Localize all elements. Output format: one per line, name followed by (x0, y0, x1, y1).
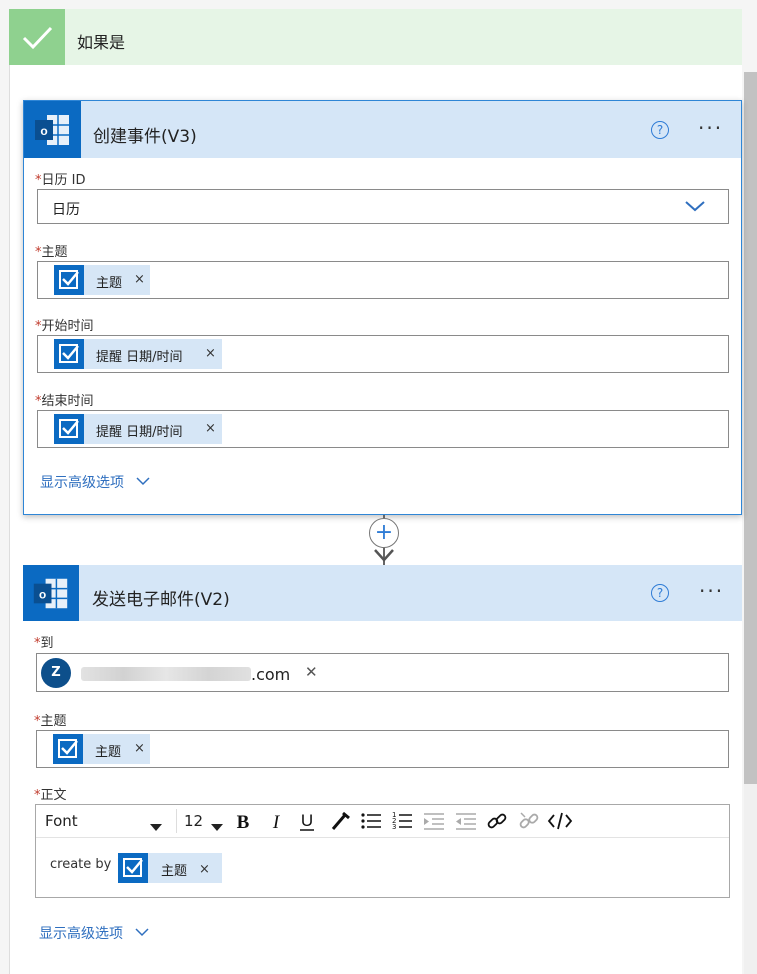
numbered-list-icon[interactable]: 123 (390, 809, 414, 837)
subject-field[interactable]: 主题 × (36, 730, 729, 768)
card-title: 发送电子邮件(V2) (92, 590, 230, 610)
body-label: *正文 (34, 788, 67, 803)
start-time-field[interactable]: 提醒 日期/时间 × (37, 335, 729, 373)
add-step-button[interactable]: + (369, 518, 399, 548)
advanced-label: 显示高级选项 (40, 475, 124, 491)
show-advanced-options-link[interactable]: 显示高级选项 (40, 472, 151, 492)
token-subject[interactable]: 主题 × (54, 265, 150, 295)
underline-icon[interactable]: U (295, 809, 319, 837)
token-subject[interactable]: 主题 × (118, 853, 222, 883)
svg-text:B: B (237, 812, 250, 833)
decrease-indent-icon[interactable] (422, 809, 446, 837)
token-label: 提醒 日期/时间 (96, 425, 183, 440)
token-remove-icon[interactable]: × (134, 272, 145, 287)
chevron-down-icon (136, 477, 150, 486)
create-event-card: o 创建事件(V3) ? ··· *日历 ID 日历 *主题 主题 × *开始时… (23, 100, 742, 515)
subject-label: *主题 (34, 714, 67, 729)
svg-text:3: 3 (392, 823, 396, 831)
token-label: 主题 (95, 745, 122, 760)
body-editor[interactable]: Font 12 B I U 123 create by 主题 × (35, 804, 730, 898)
token-start-time[interactable]: 提醒 日期/时间 × (54, 339, 222, 369)
checkbox-icon (54, 339, 84, 369)
increase-indent-icon[interactable] (454, 809, 478, 837)
more-options-icon[interactable]: ··· (699, 579, 724, 603)
chevron-down-icon (135, 928, 149, 937)
outlook-icon: o (23, 565, 79, 621)
subject-label: *主题 (35, 245, 68, 260)
italic-icon[interactable]: I (264, 809, 288, 837)
outlook-icon: o (24, 101, 81, 158)
token-remove-icon[interactable]: × (205, 346, 216, 361)
help-icon[interactable]: ? (651, 121, 669, 139)
advanced-label: 显示高级选项 (39, 926, 123, 942)
font-dropdown-icon[interactable] (150, 817, 162, 836)
body-prefix-text: create by (50, 857, 112, 872)
chevron-down-icon[interactable] (684, 198, 706, 218)
toolbar-separator (36, 837, 729, 838)
checkbox-icon (53, 734, 83, 764)
svg-text:o: o (39, 588, 46, 601)
svg-text:U: U (301, 811, 313, 830)
help-icon[interactable]: ? (651, 584, 669, 602)
unlink-icon[interactable] (517, 809, 541, 837)
to-field[interactable]: Z .com ✕ (36, 653, 729, 692)
token-label: 主题 (161, 864, 188, 879)
link-icon[interactable] (485, 809, 509, 837)
code-view-icon[interactable] (547, 809, 573, 837)
calendar-label: *日历 ID (35, 173, 86, 188)
checkbox-icon (118, 853, 148, 883)
card-title: 创建事件(V3) (93, 127, 197, 147)
calendar-dropdown[interactable]: 日历 (37, 189, 729, 224)
start-time-label: *开始时间 (35, 319, 94, 334)
toolbar-divider (176, 809, 177, 833)
email-suffix: .com (251, 665, 291, 684)
show-advanced-options-link[interactable]: 显示高级选项 (39, 923, 150, 943)
svg-text:o: o (40, 124, 47, 138)
bullet-list-icon[interactable] (359, 809, 383, 837)
token-subject[interactable]: 主题 × (53, 734, 150, 764)
token-label: 提醒 日期/时间 (96, 350, 183, 365)
branch-title: 如果是 (77, 33, 126, 52)
token-end-time[interactable]: 提醒 日期/时间 × (54, 414, 222, 444)
svg-text:I: I (272, 812, 281, 833)
font-size-select[interactable]: 12 (184, 812, 203, 830)
send-email-card: o 发送电子邮件(V2) ? ··· *到 Z .com ✕ *主题 主题 × … (23, 565, 742, 974)
token-remove-icon[interactable]: × (199, 862, 210, 877)
more-options-icon[interactable]: ··· (698, 116, 723, 140)
highlighter-icon[interactable] (328, 809, 352, 837)
remove-recipient-icon[interactable]: ✕ (305, 663, 318, 681)
end-time-field[interactable]: 提醒 日期/时间 × (37, 410, 729, 448)
token-remove-icon[interactable]: × (205, 421, 216, 436)
to-label: *到 (34, 636, 54, 651)
font-select[interactable]: Font (45, 812, 78, 830)
check-icon (9, 9, 65, 65)
font-size-dropdown-icon[interactable] (211, 817, 223, 836)
bold-icon[interactable]: B (231, 809, 255, 837)
end-time-label: *结束时间 (35, 394, 94, 409)
redacted-email (81, 667, 251, 681)
scrollbar-thumb[interactable] (744, 72, 757, 784)
avatar: Z (41, 658, 71, 688)
calendar-value: 日历 (52, 202, 80, 218)
token-label: 主题 (96, 276, 123, 291)
checkbox-icon (54, 414, 84, 444)
subject-field[interactable]: 主题 × (37, 261, 729, 299)
checkbox-icon (54, 265, 84, 295)
token-remove-icon[interactable]: × (134, 741, 145, 756)
